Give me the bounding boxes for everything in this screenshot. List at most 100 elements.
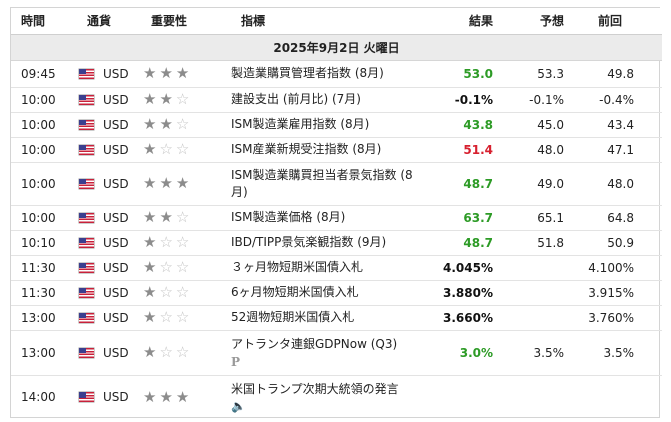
event-currency-cell: USD bbox=[77, 59, 141, 87]
star-empty-icon: ☆ bbox=[175, 283, 190, 301]
event-importance: ★ ☆ ☆ bbox=[141, 329, 231, 375]
star-filled-icon: ★ bbox=[143, 343, 157, 361]
header-currency[interactable]: 通貨 bbox=[77, 8, 141, 35]
star-filled-icon: ★ bbox=[143, 283, 157, 301]
event-forecast: 48.0 bbox=[493, 136, 572, 162]
event-row[interactable]: 13:00 USD ★ ☆ ☆ 52週物短期米国債入札 3.660% 3.760% bbox=[11, 304, 662, 330]
event-previous: 47.1 bbox=[572, 136, 662, 162]
event-importance: ★ ★ ★ bbox=[141, 374, 231, 419]
event-indicator-link[interactable]: 製造業購買管理者指数 (8月) bbox=[231, 65, 421, 82]
event-indicator-link[interactable]: 52週物短期米国債入札 bbox=[231, 309, 421, 326]
date-label: 2025年9月2日 火曜日 bbox=[11, 33, 662, 61]
event-currency-cell: USD bbox=[77, 161, 141, 205]
event-actual bbox=[421, 374, 493, 419]
us-flag-icon bbox=[79, 144, 94, 155]
event-importance: ★ ★ ★ bbox=[141, 161, 231, 205]
star-empty-icon: ☆ bbox=[175, 115, 190, 133]
header-time[interactable]: 時間 bbox=[11, 8, 77, 35]
event-row[interactable]: 09:45 USD ★ ★ ★ 製造業購買管理者指数 (8月) 53.0 53.3 49.8 bbox=[11, 59, 662, 87]
event-importance: ★ ★ ☆ bbox=[141, 111, 231, 137]
star-empty-icon: ☆ bbox=[175, 208, 190, 226]
event-currency: USD bbox=[103, 142, 129, 157]
event-indicator-link[interactable]: ISM製造業購買担当者景気指数 (8月) bbox=[231, 167, 421, 201]
event-indicator-link[interactable]: アトランタ連銀GDPNow (Q3) bbox=[231, 336, 421, 353]
event-row[interactable]: 14:00 USD ★ ★ ★ 米国トランプ次期大統領の発言 🔈 bbox=[11, 374, 662, 419]
event-forecast bbox=[493, 304, 572, 330]
event-time: 10:00 bbox=[11, 111, 77, 137]
event-row[interactable]: 10:10 USD ★ ☆ ☆ IBD/TIPP景気楽観指数 (9月) 48.7 51.8 50… bbox=[11, 229, 662, 255]
event-forecast bbox=[493, 279, 572, 305]
header-actual[interactable]: 結果 bbox=[421, 8, 493, 35]
event-indicator-cell[interactable]: アトランタ連銀GDPNow (Q3) P bbox=[231, 329, 421, 375]
event-currency: USD bbox=[103, 92, 129, 107]
event-row[interactable]: 13:00 USD ★ ☆ ☆ アトランタ連銀GDPNow (Q3) P 3.0% 3.5% 3.… bbox=[11, 329, 662, 375]
event-row[interactable]: 10:00 USD ★ ☆ ☆ ISM産業新規受注指数 (8月) 51.4 48.0 47.1 bbox=[11, 136, 662, 162]
event-row[interactable]: 10:00 USD ★ ★ ★ ISM製造業購買担当者景気指数 (8月) 48.7 49.0 4… bbox=[11, 161, 662, 205]
header-previous[interactable]: 前回 bbox=[572, 8, 662, 35]
event-actual: 63.7 bbox=[421, 204, 493, 230]
star-filled-icon: ★ bbox=[143, 90, 157, 108]
event-currency-cell: USD bbox=[77, 86, 141, 112]
event-currency: USD bbox=[103, 345, 129, 360]
us-flag-icon bbox=[79, 347, 94, 358]
event-indicator-cell[interactable]: ISM製造業雇用指数 (8月) bbox=[231, 111, 421, 137]
event-indicator-cell[interactable]: ISM産業新規受注指数 (8月) bbox=[231, 136, 421, 162]
event-importance: ★ ★ ☆ bbox=[141, 204, 231, 230]
event-previous: 3.5% bbox=[572, 329, 662, 375]
event-indicator-cell[interactable]: ISM製造業価格 (8月) bbox=[231, 204, 421, 230]
event-indicator-cell[interactable]: ISM製造業購買担当者景気指数 (8月) bbox=[231, 161, 421, 205]
event-indicator-cell[interactable]: 6ヶ月物短期米国債入札 bbox=[231, 279, 421, 305]
event-row[interactable]: 11:30 USD ★ ☆ ☆ 6ヶ月物短期米国債入札 3.880% 3.915% bbox=[11, 279, 662, 305]
event-previous: 3.915% bbox=[572, 279, 662, 305]
star-empty-icon: ☆ bbox=[159, 258, 173, 276]
event-indicator-link[interactable]: ３ヶ月物短期米国債入札 bbox=[231, 259, 421, 276]
event-forecast: 49.0 bbox=[493, 161, 572, 205]
us-flag-icon bbox=[79, 287, 94, 298]
event-currency-cell: USD bbox=[77, 111, 141, 137]
event-row[interactable]: 11:30 USD ★ ☆ ☆ ３ヶ月物短期米国債入札 4.045% 4.100% bbox=[11, 254, 662, 280]
star-empty-icon: ☆ bbox=[159, 343, 173, 361]
event-indicator-link[interactable]: 建設支出 (前月比) (7月) bbox=[231, 91, 421, 108]
star-filled-icon: ★ bbox=[159, 90, 173, 108]
event-indicator-link[interactable]: 6ヶ月物短期米国債入札 bbox=[231, 284, 421, 301]
event-currency-cell: USD bbox=[77, 374, 141, 419]
event-indicator-link[interactable]: 米国トランプ次期大統領の発言 bbox=[231, 381, 421, 398]
event-indicator-cell[interactable]: 52週物短期米国債入札 bbox=[231, 304, 421, 330]
speaker-icon: 🔈 bbox=[231, 399, 246, 414]
event-indicator-link[interactable]: ISM製造業雇用指数 (8月) bbox=[231, 116, 421, 133]
us-flag-icon bbox=[79, 212, 94, 223]
event-currency: USD bbox=[103, 210, 129, 225]
event-time: 14:00 bbox=[11, 374, 77, 419]
event-indicator-link[interactable]: ISM産業新規受注指数 (8月) bbox=[231, 141, 421, 158]
star-empty-icon: ☆ bbox=[175, 140, 190, 158]
us-flag-icon bbox=[79, 119, 94, 130]
event-indicator-link[interactable]: ISM製造業価格 (8月) bbox=[231, 209, 421, 226]
event-currency: USD bbox=[103, 285, 129, 300]
event-indicator-cell[interactable]: 製造業購買管理者指数 (8月) bbox=[231, 59, 421, 87]
header-indicator[interactable]: 指標 bbox=[231, 8, 421, 35]
event-actual: -0.1% bbox=[421, 86, 493, 112]
star-filled-icon: ★ bbox=[143, 387, 157, 406]
event-importance: ★ ☆ ☆ bbox=[141, 229, 231, 255]
event-currency-cell: USD bbox=[77, 204, 141, 230]
us-flag-icon bbox=[79, 68, 94, 79]
event-actual: 51.4 bbox=[421, 136, 493, 162]
event-importance: ★ ☆ ☆ bbox=[141, 304, 231, 330]
event-indicator-cell[interactable]: 米国トランプ次期大統領の発言 🔈 bbox=[231, 374, 421, 419]
event-currency: USD bbox=[103, 176, 129, 191]
star-filled-icon: ★ bbox=[175, 174, 190, 192]
event-indicator-cell[interactable]: 建設支出 (前月比) (7月) bbox=[231, 86, 421, 112]
event-indicator-link[interactable]: IBD/TIPP景気楽観指数 (9月) bbox=[231, 234, 421, 251]
event-indicator-cell[interactable]: ３ヶ月物短期米国債入札 bbox=[231, 254, 421, 280]
us-flag-icon bbox=[79, 392, 94, 403]
header-importance[interactable]: 重要性 bbox=[141, 8, 231, 35]
event-row[interactable]: 10:00 USD ★ ★ ☆ ISM製造業価格 (8月) 63.7 65.1 64.8 bbox=[11, 204, 662, 230]
event-actual: 43.8 bbox=[421, 111, 493, 137]
event-indicator-cell[interactable]: IBD/TIPP景気楽観指数 (9月) bbox=[231, 229, 421, 255]
event-forecast bbox=[493, 374, 572, 419]
header-forecast[interactable]: 予想 bbox=[493, 8, 572, 35]
us-flag-icon bbox=[79, 94, 94, 105]
event-row[interactable]: 10:00 USD ★ ★ ☆ 建設支出 (前月比) (7月) -0.1% -0.1% -0.4… bbox=[11, 86, 662, 112]
event-time: 11:30 bbox=[11, 254, 77, 280]
event-row[interactable]: 10:00 USD ★ ★ ☆ ISM製造業雇用指数 (8月) 43.8 45.0 43.4 bbox=[11, 111, 662, 137]
